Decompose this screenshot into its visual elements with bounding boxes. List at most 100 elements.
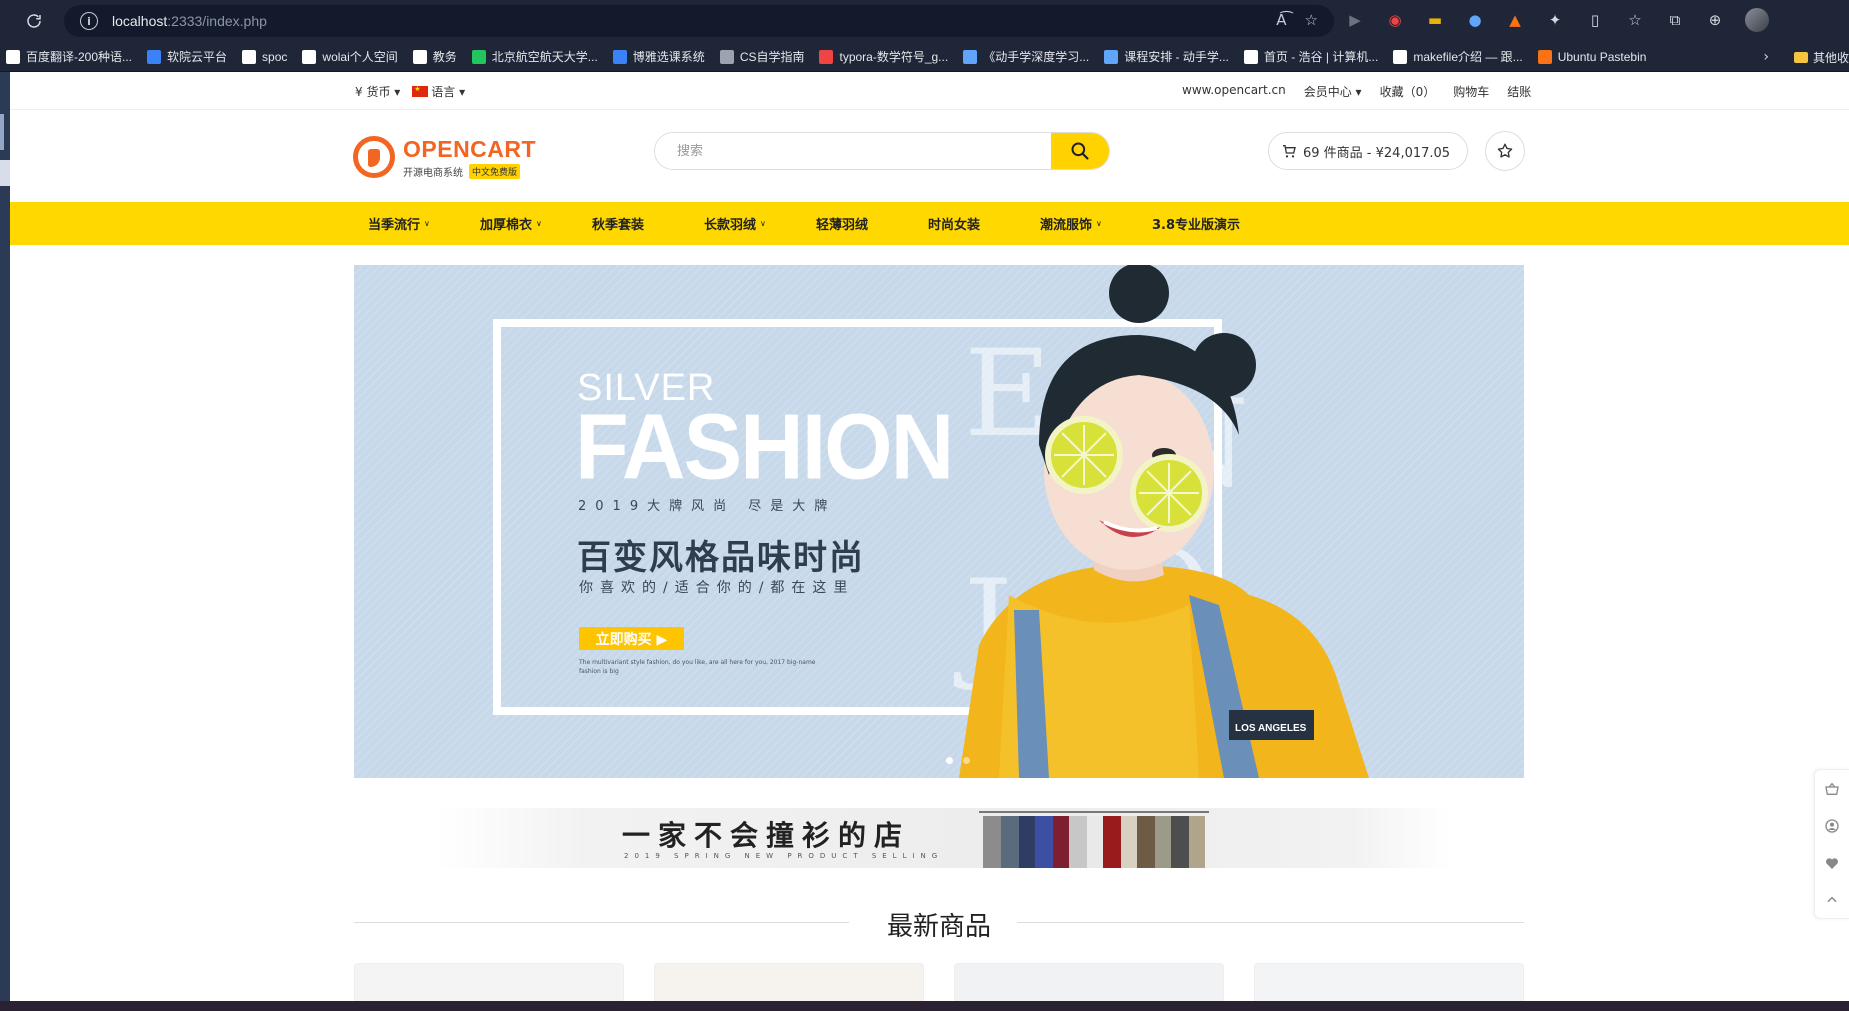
heart-icon[interactable] — [1815, 844, 1849, 881]
product-card[interactable] — [1254, 963, 1524, 1001]
play-extension-icon[interactable]: ▶ — [1345, 10, 1365, 30]
chevron-down-icon: ∨ — [424, 219, 430, 228]
nav-item[interactable]: 时尚女装 — [928, 214, 1040, 233]
stripe-extension-icon[interactable]: ▬ — [1425, 10, 1445, 30]
bookmark-favicon-icon — [471, 49, 486, 64]
promo-text: 一家不会撞衫的店 — [622, 819, 911, 852]
bookmark-item[interactable]: 课程安排 - 动手学... — [1098, 42, 1238, 72]
side-panel-edge — [0, 72, 10, 1001]
bookmark-favicon-icon — [242, 49, 257, 64]
floating-toolbar — [1814, 769, 1849, 919]
site-info-icon[interactable]: i — [80, 12, 98, 30]
bookmark-item[interactable]: 百度翻译-200种语... — [0, 42, 141, 72]
nav-item-label: 潮流服饰 — [1040, 218, 1093, 233]
bookmark-favicon-icon — [1537, 49, 1552, 64]
nav-item-label: 长款羽绒 — [704, 218, 757, 233]
nav-item[interactable]: 3.8专业版演示 — [1152, 214, 1264, 233]
bookmarks-bar: 百度翻译-200种语... 软院云平台 spoc wolai个人空间 教务 北京航空航天大… — [0, 42, 1849, 72]
cart-link[interactable]: 购物车 — [1453, 83, 1489, 100]
wishlist-button[interactable] — [1485, 131, 1525, 171]
logo-mark-icon — [353, 136, 395, 178]
site-logo[interactable]: OPENCART 开源电商系统 中文免费版 — [353, 134, 543, 182]
model-photo: LOS ANGELES — [959, 265, 1369, 778]
hero-banner[interactable]: E N J O LOS ANGELES — [354, 265, 1524, 778]
bookmark-favicon-icon — [1393, 49, 1408, 64]
svg-text:LOS ANGELES: LOS ANGELES — [1235, 723, 1307, 734]
wishlist-link[interactable]: 收藏（0） — [1380, 83, 1436, 100]
bookmark-label: 百度翻译-200种语... — [26, 50, 133, 64]
nav-item-label: 加厚棉衣 — [480, 218, 533, 233]
profile-avatar[interactable] — [1745, 8, 1769, 32]
address-bar[interactable]: i localhost:2333/index.php A͡ ☆ — [64, 5, 1334, 37]
cart-button[interactable]: 69 件商品 - ¥24,017.05 — [1268, 132, 1468, 170]
nav-item[interactable]: 加厚棉衣 ∨ — [480, 214, 592, 233]
bookmark-item[interactable]: Ubuntu Pastebin — [1532, 42, 1656, 72]
buy-now-button[interactable]: 立即购买 ▶ — [579, 627, 684, 650]
puzzle-badge-extension-icon[interactable]: ● — [1465, 10, 1485, 30]
bookmark-item[interactable]: spoc — [236, 42, 296, 72]
product-card[interactable] — [954, 963, 1224, 1001]
carousel-dot[interactable] — [963, 757, 970, 764]
download-icon[interactable]: ⊕ — [1705, 10, 1725, 30]
bookmark-item[interactable]: 《动手学深度学习... — [957, 42, 1098, 72]
bookmark-label: makefile介绍 — 跟... — [1413, 50, 1523, 64]
reload-icon[interactable] — [16, 3, 52, 39]
bookmark-favicon-icon — [1104, 49, 1119, 64]
banner-tagline: 2019大牌风尚 尽是大牌 — [578, 499, 837, 514]
currency-dropdown[interactable]: ¥ 货币 ▾ — [355, 83, 400, 100]
bookmark-item[interactable]: typora-数学符号_g... — [813, 42, 957, 72]
nav-item[interactable]: 潮流服饰 ∨ — [1040, 214, 1152, 233]
banner-fine-print: The multivariant style fashion, do you l… — [579, 659, 816, 675]
chevron-down-icon: ∨ — [1096, 219, 1102, 228]
nav-item[interactable]: 长款羽绒 ∨ — [704, 214, 816, 233]
promo-banner[interactable]: 一家不会撞衫的店 2019 SPRING NEW PRODUCT SELLING — [434, 808, 1454, 868]
bookmark-label: 软院云平台 — [167, 50, 228, 64]
fox-extension-icon[interactable]: ▲ — [1505, 10, 1525, 30]
search-button[interactable] — [1051, 133, 1109, 169]
bookmark-item[interactable]: 首页 - 浩谷 | 计算机... — [1238, 42, 1387, 72]
bookmark-label: CS自学指南 — [739, 50, 805, 64]
bookmark-item[interactable]: 北京航空航天大学... — [466, 42, 607, 72]
bookmark-label: 《动手学深度学习... — [983, 50, 1090, 64]
product-grid — [354, 963, 1524, 1001]
account-dropdown[interactable]: 会员中心 ▾ — [1304, 83, 1362, 100]
cart-icon — [1283, 145, 1296, 158]
back-to-top-icon[interactable] — [1815, 881, 1849, 918]
nav-item[interactable]: 秋季套装 — [592, 214, 704, 233]
glasses-extension-icon[interactable]: ◉ — [1385, 10, 1405, 30]
bookmark-item[interactable]: 软院云平台 — [141, 42, 236, 72]
bookmark-item[interactable]: 博雅选课系统 — [607, 42, 714, 72]
bookmark-item[interactable]: 教务 — [407, 42, 466, 72]
nav-item[interactable]: 当季流行 ∨ — [368, 214, 480, 233]
bookmark-item[interactable]: wolai个人空间 — [296, 42, 406, 72]
nav-item-label: 轻薄羽绒 — [816, 218, 869, 233]
favorite-add-icon[interactable]: ☆ — [1305, 11, 1318, 29]
search-input[interactable] — [655, 133, 1051, 169]
bookmark-item[interactable]: CS自学指南 — [714, 42, 814, 72]
bookmarks-overflow-icon[interactable]: › — [1763, 42, 1769, 72]
section-title: 最新商品 — [886, 912, 991, 942]
nav-item-label: 时尚女装 — [928, 218, 981, 233]
read-aloud-icon[interactable]: A͡ — [1276, 11, 1286, 29]
nav-item-label: 秋季套装 — [592, 218, 645, 233]
favorites-icon[interactable]: ☆ — [1625, 10, 1645, 30]
cart-icon[interactable] — [1815, 770, 1849, 807]
bookmark-favicon-icon — [412, 49, 427, 64]
other-bookmarks-folder[interactable]: 其他收 — [1793, 42, 1849, 72]
extensions-icon[interactable]: ✦ — [1545, 10, 1565, 30]
product-card[interactable] — [654, 963, 924, 1001]
bookmark-favicon-icon — [6, 49, 20, 64]
collections-icon[interactable]: ⧉ — [1665, 10, 1685, 30]
language-dropdown[interactable]: 语言 ▾ — [412, 83, 465, 100]
nav-item[interactable]: 轻薄羽绒 — [816, 214, 928, 233]
user-icon[interactable] — [1815, 807, 1849, 844]
china-flag-icon — [412, 85, 429, 97]
clothing-rack-image — [979, 811, 1209, 868]
split-screen-icon[interactable]: ▯ — [1585, 10, 1605, 30]
checkout-link[interactable]: 结账 — [1507, 83, 1531, 100]
carousel-dot[interactable] — [946, 757, 953, 764]
site-link[interactable]: www.opencart.cn — [1182, 83, 1286, 100]
bookmark-item[interactable]: makefile介绍 — 跟... — [1387, 42, 1531, 72]
bookmark-label: Ubuntu Pastebin — [1557, 49, 1647, 64]
product-card[interactable] — [354, 963, 624, 1001]
